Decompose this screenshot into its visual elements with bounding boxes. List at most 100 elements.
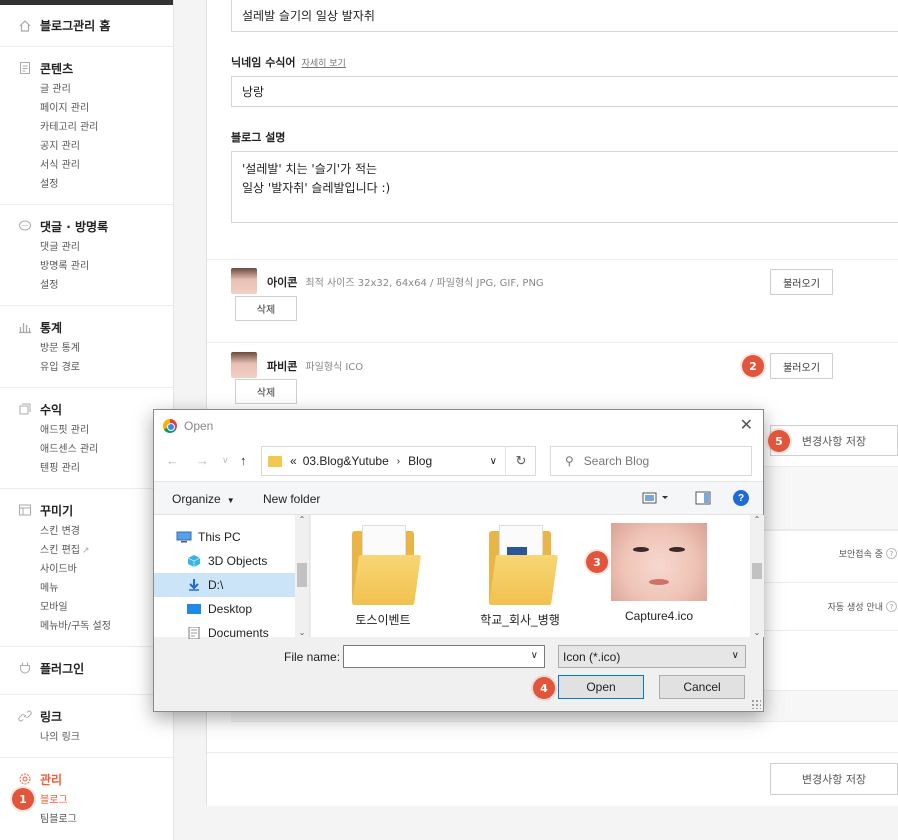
file-list-scrollbar[interactable]: ⌃ ⌄ — [750, 515, 764, 637]
file-item-capture-ico[interactable]: Capture4.ico — [599, 523, 719, 623]
scrollbar-thumb[interactable] — [297, 563, 307, 587]
sidebar-item-adsense[interactable]: 애드센스 관리 — [18, 440, 173, 459]
icon-load-button[interactable]: 불러오기 — [770, 269, 833, 295]
scroll-down-icon[interactable]: ⌄ — [750, 628, 764, 637]
sidebar-item-content-settings[interactable]: 설정 — [18, 175, 173, 194]
address-bar[interactable]: « 03.Blog&Yutube › Blog ∨ — [261, 446, 536, 476]
chevron-down-icon[interactable]: ∨ — [531, 650, 538, 661]
sidebar-section-title: 꾸미기 — [40, 503, 74, 518]
up-arrow-icon[interactable]: ↑ — [240, 453, 247, 468]
chevron-down-icon[interactable]: ∨ — [222, 455, 229, 466]
sidebar-item-skin-edit[interactable]: 스킨 편집 ↗ — [18, 541, 173, 560]
sidebar-item-sidebar[interactable]: 사이드바 — [18, 560, 173, 579]
organize-label: Organize — [172, 492, 221, 506]
file-name-input[interactable]: ∨ — [343, 645, 545, 668]
file-list: 토스이벤트 학교_회사_병행 Capture4.ico ⌃ ⌄ — [311, 515, 764, 637]
blog-name-input[interactable]: 설레발 슬기의 일상 발자취 — [231, 0, 898, 32]
sidebar-item-my-links[interactable]: 나의 링크 — [18, 728, 173, 747]
sidebar-section-title: 댓글 · 방명록 — [40, 219, 109, 234]
sidebar-item-categories[interactable]: 카테고리 관리 — [18, 118, 173, 137]
view-options-icon[interactable] — [642, 491, 672, 508]
sidebar-home[interactable]: 블로그관리 홈 — [0, 5, 173, 47]
sidebar-item-mobile[interactable]: 모바일 — [18, 598, 173, 617]
download-arrow-icon — [189, 579, 199, 591]
preview-pane-icon[interactable] — [695, 491, 711, 508]
sidebar-section-title: 콘텐츠 — [40, 61, 74, 76]
scroll-down-icon[interactable]: ⌄ — [295, 628, 309, 637]
scroll-up-icon[interactable]: ⌃ — [750, 515, 764, 524]
sidebar-item-menu[interactable]: 메뉴 — [18, 579, 173, 598]
forward-arrow-icon[interactable]: → — [196, 453, 209, 468]
nickname-input[interactable]: 낭랑 — [231, 76, 898, 107]
chevron-down-icon[interactable]: ∨ — [490, 456, 497, 467]
new-folder-button[interactable]: New folder — [263, 492, 320, 506]
scroll-up-icon[interactable]: ⌃ — [295, 515, 309, 524]
help-icon[interactable]: ? — [733, 490, 749, 506]
chrome-icon — [163, 418, 177, 433]
sidebar-item-notices[interactable]: 공지 관리 — [18, 137, 173, 156]
sidebar-section-plugin[interactable]: 플러그인 — [0, 647, 173, 695]
cancel-button[interactable]: Cancel — [659, 675, 745, 699]
nickname-help-link[interactable]: 자세히 보기 — [302, 59, 346, 69]
description-line: '설레발' 치는 '슬기'가 적는 — [242, 162, 378, 176]
favicon-load-button[interactable]: 불러오기 — [770, 353, 833, 379]
sidebar-item-skin-change[interactable]: 스킨 변경 — [18, 522, 173, 541]
sidebar-item-guestbook[interactable]: 방명록 관리 — [18, 257, 173, 276]
favicon-delete-button[interactable]: 삭제 — [235, 379, 297, 404]
help-icon[interactable]: ? — [886, 548, 897, 559]
navigation-tree: This PC 3D Objects D:\ Desktop Documents… — [154, 515, 310, 640]
search-input[interactable]: ⚲ Search Blog — [550, 446, 752, 476]
scrollbar-thumb[interactable] — [752, 563, 762, 579]
sidebar-item-visit-stats[interactable]: 방문 통계 — [18, 339, 173, 358]
gear-icon — [18, 772, 32, 786]
divider — [207, 342, 898, 343]
sidebar-item-comments[interactable]: 댓글 관리 — [18, 238, 173, 257]
sidebar-section-title: 통계 — [40, 320, 63, 335]
file-open-dialog: Open ✕ ← → ∨ ↑ « 03.Blog&Yutube › Blog ∨… — [153, 409, 764, 712]
sidebar-item-blog[interactable]: 블로그 — [18, 791, 173, 810]
secure-connection-text: 보안접속 중 — [838, 550, 883, 560]
bar-chart-icon — [18, 320, 32, 334]
file-item-folder[interactable]: 학교_회사_병행 — [460, 525, 580, 628]
help-icon[interactable]: ? — [886, 601, 897, 612]
sidebar-item-comment-settings[interactable]: 설정 — [18, 276, 173, 295]
close-icon[interactable]: ✕ — [740, 415, 753, 435]
step-marker-1: 1 — [12, 788, 34, 810]
blog-description-textarea[interactable]: '설레발' 치는 '슬기'가 적는 일상 '발자취' 슬레발입니다 :) — [231, 151, 898, 223]
open-button[interactable]: Open — [558, 675, 644, 699]
sidebar-item-adfit[interactable]: 애드핏 관리 — [18, 421, 173, 440]
link-icon — [18, 709, 32, 723]
sidebar-item-team-blog[interactable]: 팀블로그 — [18, 810, 173, 829]
sidebar: 블로그관리 홈 콘텐츠 글 관리 페이지 관리 카테고리 관리 공지 관리 서식… — [0, 0, 174, 840]
step-marker-5: 5 — [768, 430, 790, 452]
icon-delete-button[interactable]: 삭제 — [235, 296, 297, 321]
sidebar-item-pages[interactable]: 페이지 관리 — [18, 99, 173, 118]
path-segment[interactable]: Blog — [408, 454, 432, 468]
icon-label: 아이콘 최적 사이즈 32x32, 64x64 / 파일형식 JPG, GIF, … — [267, 274, 544, 290]
save-changes-bottom-button[interactable]: 변경사항 저장 — [770, 763, 898, 795]
tree-item-label: Desktop — [208, 602, 253, 616]
file-item-folder[interactable]: 토스이벤트 — [323, 525, 443, 628]
file-type-select[interactable]: Icon (*.ico) ∨ — [558, 645, 746, 668]
tree-item-3d-objects[interactable]: 3D Objects — [154, 549, 295, 573]
organize-menu[interactable]: Organize ▼ — [172, 492, 235, 506]
tree-item-documents[interactable]: Documents — [154, 621, 295, 645]
path-prefix: « — [290, 454, 297, 468]
favicon-label-text: 파비콘 — [267, 360, 298, 373]
tree-item-label: This PC — [198, 530, 241, 544]
path-segment[interactable]: 03.Blog&Yutube — [303, 454, 389, 468]
tree-item-desktop[interactable]: Desktop — [154, 597, 295, 621]
tree-item-drive-d[interactable]: D:\ — [154, 573, 295, 597]
nickname-label: 닉네임 수식어 자세히 보기 — [231, 54, 346, 70]
resize-grip[interactable] — [751, 699, 761, 709]
back-arrow-icon[interactable]: ← — [166, 453, 179, 468]
sidebar-item-templates[interactable]: 서식 관리 — [18, 156, 173, 175]
sidebar-item-posts[interactable]: 글 관리 — [18, 80, 173, 99]
refresh-icon[interactable]: ↻ — [505, 446, 536, 476]
tree-scrollbar[interactable]: ⌃ ⌄ — [295, 515, 309, 637]
tree-item-this-pc[interactable]: This PC — [154, 525, 295, 549]
sidebar-item-tenping[interactable]: 텐핑 관리 — [18, 459, 173, 478]
sidebar-item-referrers[interactable]: 유입 경로 — [18, 358, 173, 377]
sidebar-item-menubar[interactable]: 메뉴바/구독 설정 — [18, 617, 173, 636]
dialog-title: Open — [184, 418, 214, 433]
